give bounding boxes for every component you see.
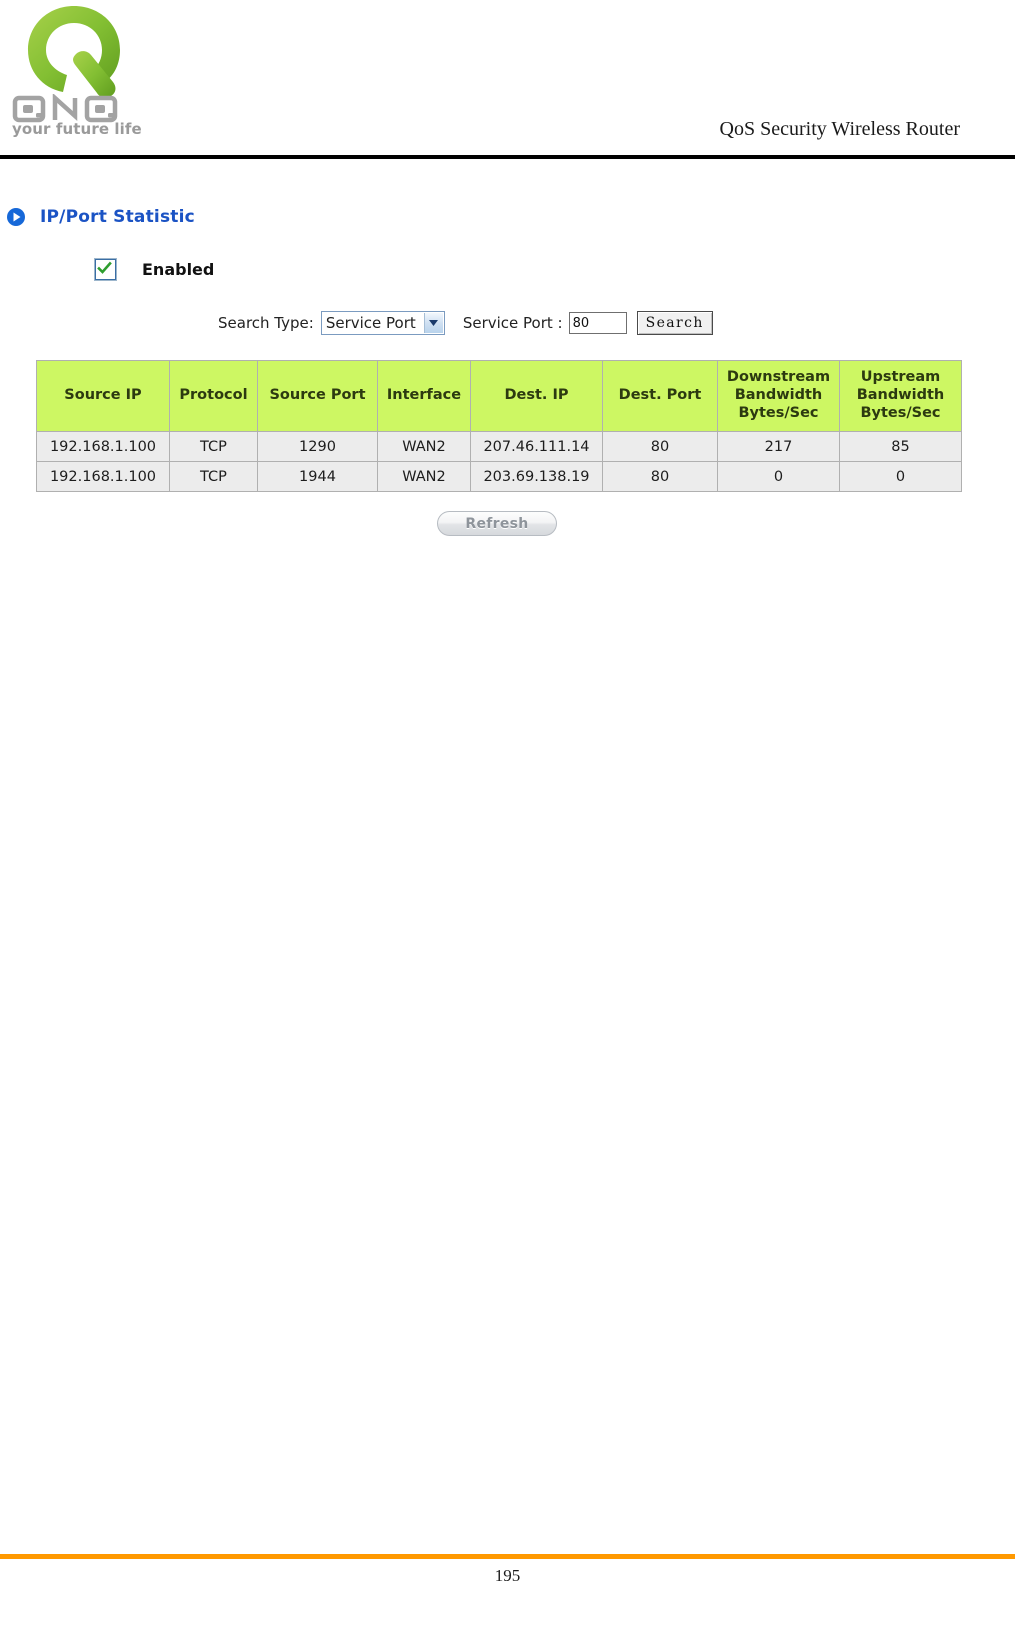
column-header-text: Interface [386, 387, 462, 404]
column-header-line: Bytes/Sec [860, 404, 941, 421]
column-header-dest-port: Dest. Port [602, 360, 718, 432]
cell-downstream-bandwidth: 0 [717, 461, 840, 492]
column-header-source-port: Source Port [257, 360, 378, 432]
column-header-downstream-bandwidth: Downstream Bandwidth Bytes/Sec [717, 360, 840, 432]
cell-downstream-bandwidth: 217 [717, 431, 840, 462]
cell-source-ip: 192.168.1.100 [36, 431, 170, 462]
qno-q-logo-icon [28, 6, 120, 98]
table-header-row: Source IP Protocol Source Port Interface… [36, 360, 962, 432]
section-title: IP/Port Statistic [40, 207, 195, 227]
enabled-row: Enabled [95, 259, 214, 280]
chevron-down-glyph [429, 320, 439, 326]
cell-dest-port: 80 [602, 431, 718, 462]
column-header-text: Source Port [269, 387, 366, 404]
column-header-source-ip: Source IP [36, 360, 170, 432]
column-header-dest-ip: Dest. IP [470, 360, 603, 432]
header-divider [0, 155, 1015, 159]
qno-logo: your future life [8, 2, 176, 147]
column-header-line: Bytes/Sec [738, 404, 819, 421]
chevron-down-icon[interactable] [423, 313, 443, 333]
search-type-label: Search Type: [218, 314, 314, 332]
table-row: 192.168.1.100 TCP 1290 WAN2 207.46.111.1… [36, 431, 962, 462]
column-header-text: Dest. IP [504, 387, 569, 404]
column-header-line: Downstream [726, 369, 831, 386]
cell-upstream-bandwidth: 85 [839, 431, 962, 462]
column-header-interface: Interface [377, 360, 471, 432]
column-header-protocol: Protocol [169, 360, 258, 432]
column-header-line: Bandwidth [856, 387, 945, 404]
refresh-button[interactable]: Refresh [437, 511, 557, 536]
service-port-input[interactable] [568, 312, 627, 334]
column-header-text: Protocol [179, 387, 248, 404]
enabled-checkbox[interactable] [95, 259, 116, 280]
footer-divider [0, 1554, 1015, 1559]
table-row: 192.168.1.100 TCP 1944 WAN2 203.69.138.1… [36, 461, 962, 492]
cell-upstream-bandwidth: 0 [839, 461, 962, 492]
cell-dest-ip: 203.69.138.19 [470, 461, 603, 492]
search-button[interactable]: Search [636, 311, 713, 335]
logo-tagline: your future life [12, 120, 142, 138]
column-header-line: Bandwidth [734, 387, 823, 404]
service-port-label: Service Port : [462, 314, 563, 332]
section-header: IP/Port Statistic [6, 207, 195, 227]
search-controls: Search Type: Service Port Service Port :… [218, 309, 713, 337]
cell-dest-port: 80 [602, 461, 718, 492]
cell-interface: WAN2 [377, 461, 471, 492]
cell-source-port: 1944 [257, 461, 378, 492]
search-type-select[interactable]: Service Port [320, 311, 445, 335]
enabled-label: Enabled [142, 260, 215, 279]
cell-protocol: TCP [169, 461, 258, 492]
play-circle-icon [7, 208, 25, 226]
column-header-text: Source IP [64, 387, 142, 404]
cell-source-ip: 192.168.1.100 [36, 461, 170, 492]
checkmark-icon [97, 261, 112, 274]
search-type-value: Service Port [325, 314, 416, 332]
column-header-upstream-bandwidth: Upstream Bandwidth Bytes/Sec [839, 360, 962, 432]
cell-protocol: TCP [169, 431, 258, 462]
cell-interface: WAN2 [377, 431, 471, 462]
page-title: QoS Security Wireless Router [719, 118, 960, 140]
cell-source-port: 1290 [257, 431, 378, 462]
column-header-text: Dest. Port [618, 387, 702, 404]
column-header-line: Upstream [860, 369, 941, 386]
ip-port-statistic-table: Source IP Protocol Source Port Interface… [36, 360, 962, 492]
cell-dest-ip: 207.46.111.14 [470, 431, 603, 462]
page-header: your future life QoS Security Wireless R… [0, 0, 1015, 162]
page-number: 195 [494, 1566, 521, 1585]
